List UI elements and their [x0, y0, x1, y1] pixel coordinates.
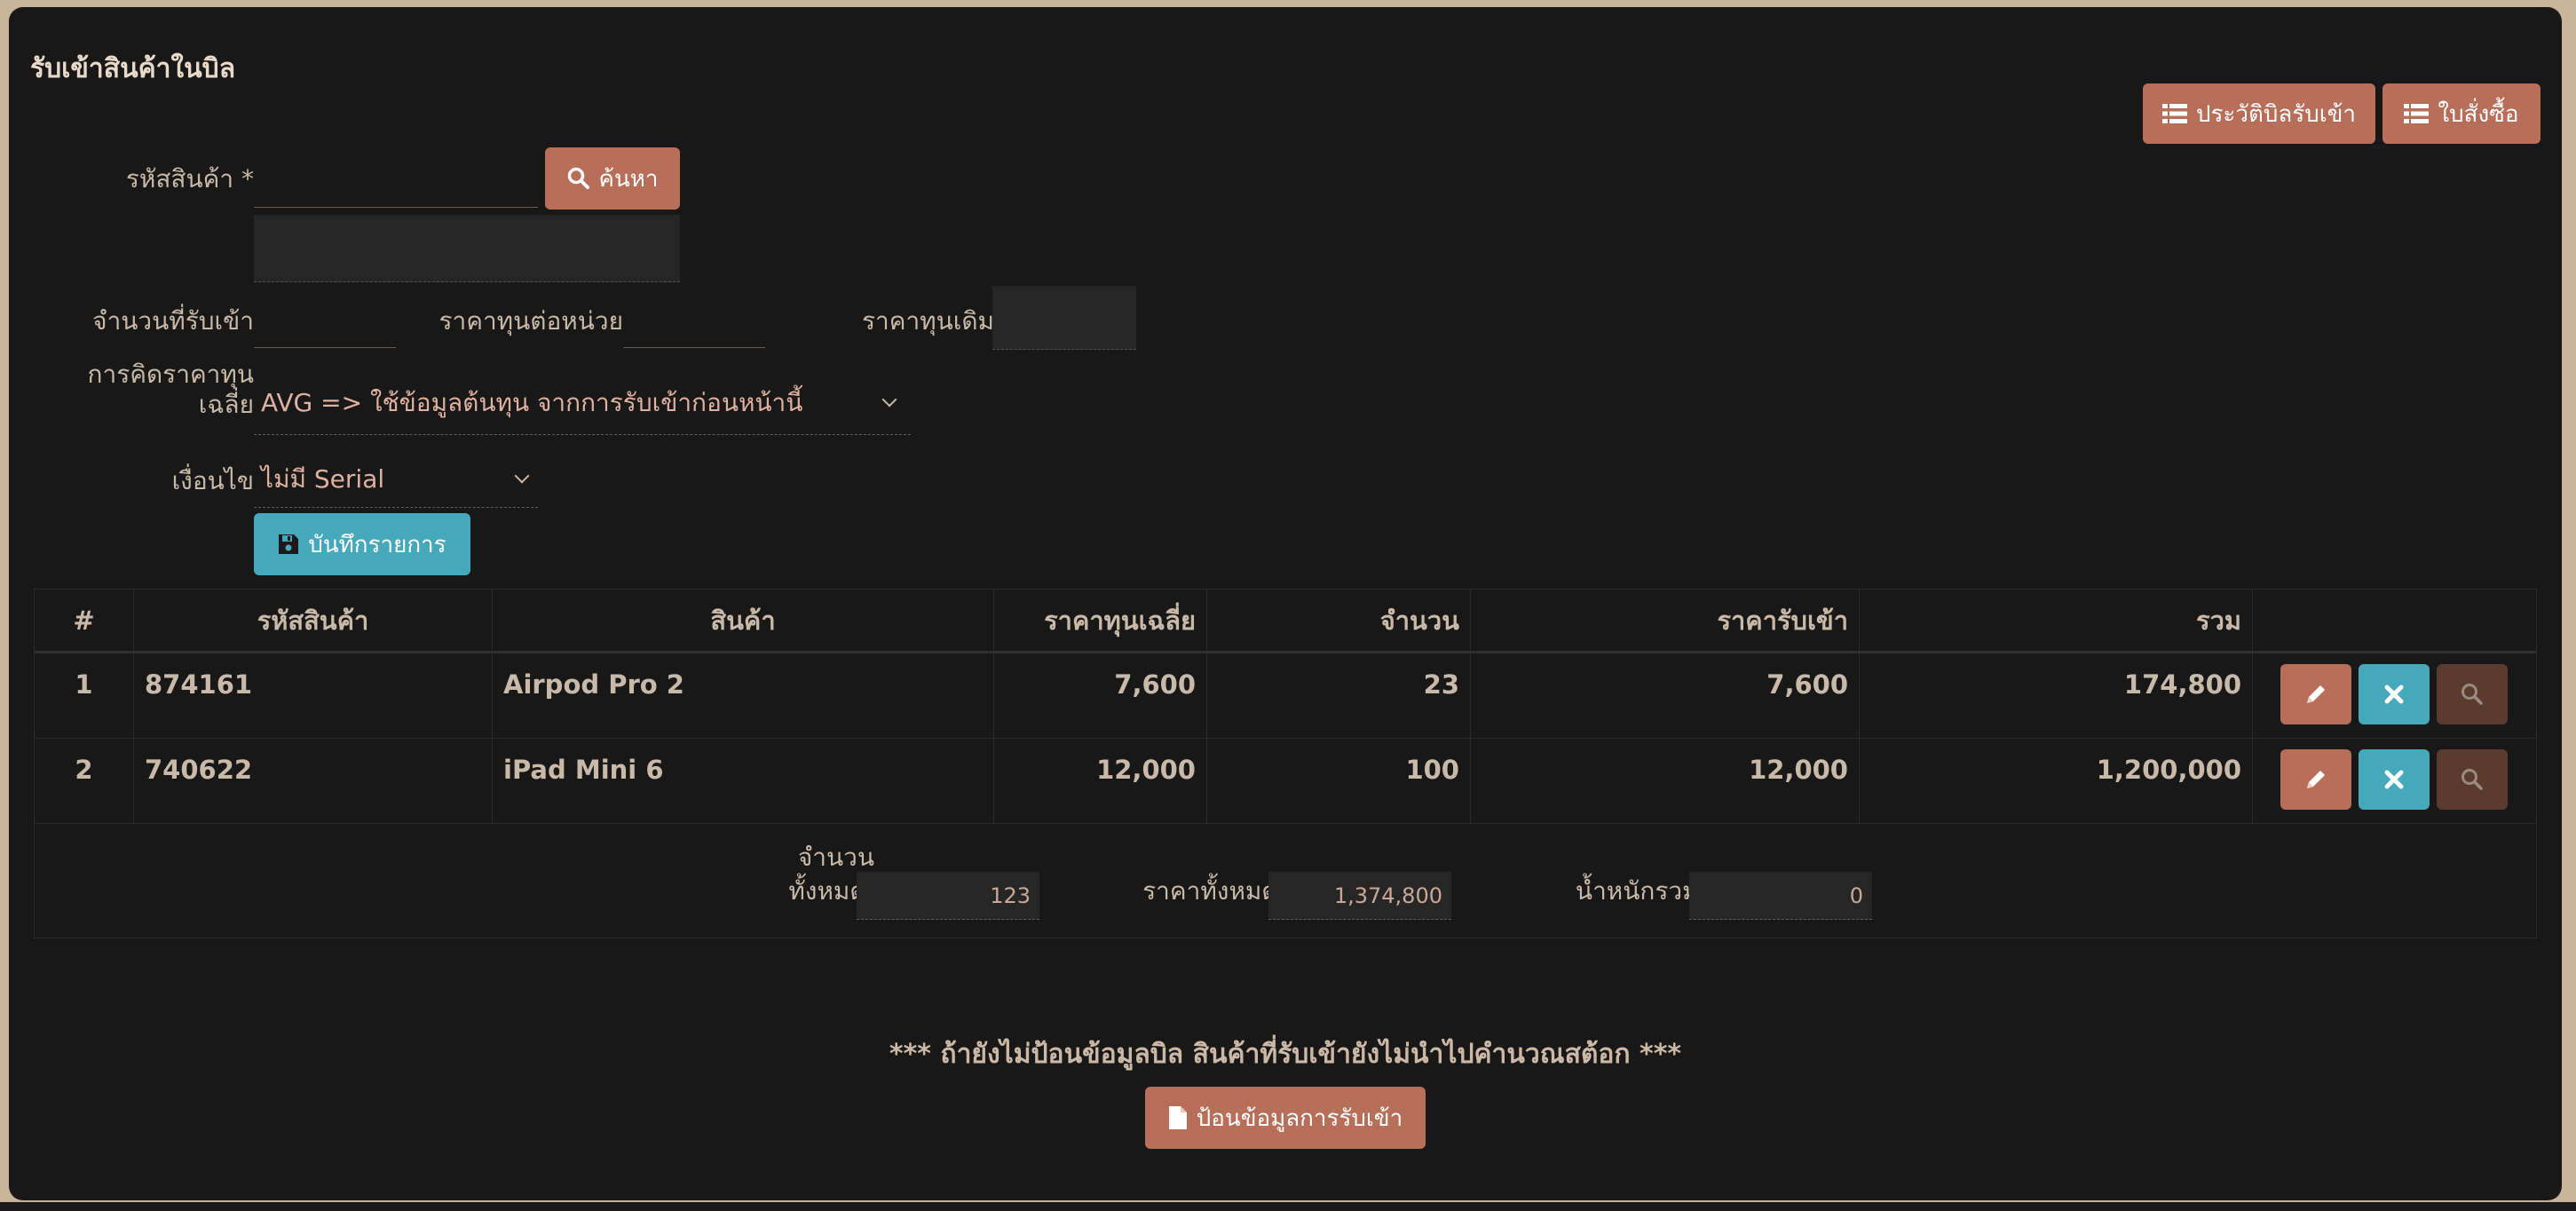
items-table: # รหัสสินค้า สินค้า ราคาทุนเฉลี่ย จำนวน …: [34, 589, 2537, 938]
row-index: 2: [35, 739, 134, 823]
row-price: 12,000: [1471, 739, 1860, 823]
search-icon: [2461, 769, 2483, 790]
total-weight-label: น้ำหนักรวม:: [1575, 876, 1707, 906]
floppy-disk-icon: [279, 534, 299, 554]
table-row: 2 740622 iPad Mini 6 12,000 100 12,000 1…: [35, 739, 2536, 824]
search-label: ค้นหา: [598, 165, 659, 193]
condition-value: ไม่มี Serial: [261, 464, 385, 494]
row-qty: 100: [1207, 739, 1471, 823]
page-title: รับเข้าสินค้าในบิล: [30, 53, 236, 84]
pencil-icon: [2307, 771, 2325, 788]
row-actions: [2253, 739, 2538, 823]
header-total: รวม: [1860, 590, 2253, 651]
delete-button[interactable]: [2359, 664, 2430, 724]
save-item-label: บันทึกรายการ: [308, 531, 446, 558]
row-actions: [2253, 653, 2538, 738]
enter-bill-button[interactable]: ป้อนข้อมูลการรับเข้า: [1145, 1087, 1426, 1149]
prev-cost-field: [992, 286, 1136, 350]
row-avg-cost: 7,600: [994, 653, 1207, 738]
row-product: Airpod Pro 2: [493, 653, 994, 738]
header-avg-cost: ราคาทุนเฉลี่ย: [994, 590, 1207, 651]
condition-select[interactable]: ไม่มี Serial: [254, 453, 538, 508]
close-icon: [2384, 685, 2404, 704]
edit-button[interactable]: [2280, 664, 2351, 724]
purchase-order-button[interactable]: ใบสั่งซื้อ: [2382, 83, 2540, 144]
table-summary: จำนวน ทั้งหมด: 123 ราคาทั้งหมด: 1,374,80…: [35, 824, 2536, 938]
search-button[interactable]: ค้นหา: [545, 147, 680, 210]
table-header: # รหัสสินค้า สินค้า ราคาทุนเฉลี่ย จำนวน …: [35, 590, 2536, 653]
enter-bill-label: ป้อนข้อมูลการรับเข้า: [1196, 1104, 1403, 1132]
row-total: 174,800: [1860, 653, 2253, 738]
unit-cost-input[interactable]: [623, 297, 765, 348]
total-qty-value: 123: [857, 872, 1039, 920]
purchase-order-label: ใบสั่งซื้อ: [2438, 100, 2519, 128]
chevron-down-icon: [514, 468, 530, 484]
prev-cost-label: ราคาทุนเดิม: [861, 306, 994, 336]
row-product: iPad Mini 6: [493, 739, 994, 823]
chevron-down-icon: [881, 392, 897, 408]
qty-input[interactable]: [254, 297, 396, 348]
list-icon: [2404, 104, 2430, 123]
avg-method-select[interactable]: AVG => ใช้ข้อมูลต้นทุน จากการรับเข้าก่อน…: [254, 380, 911, 435]
header-qty: จำนวน: [1207, 590, 1471, 651]
total-price-label: ราคาทั้งหมด:: [1142, 876, 1286, 906]
condition-label: เงื่อนไข: [171, 466, 254, 495]
search-icon: [2461, 684, 2483, 705]
close-icon: [2384, 770, 2404, 789]
header-index: #: [35, 590, 134, 651]
unit-cost-label: ราคาทุนต่อหน่วย: [439, 306, 623, 336]
qty-label: จำนวนที่รับเข้า: [92, 306, 254, 336]
row-avg-cost: 12,000: [994, 739, 1207, 823]
header-actions: [2253, 590, 2538, 651]
total-qty-label-1: จำนวน: [797, 843, 874, 872]
row-code: 874161: [134, 653, 493, 738]
stock-warning: *** ถ้ายังไม่ป้อนข้อมูลบิล สินค้าที่รับเ…: [889, 1039, 1682, 1070]
main-panel: รับเข้าสินค้าในบิล ประวัติบิลรับเข้า ใบส…: [9, 7, 2562, 1200]
edit-button[interactable]: [2280, 749, 2351, 810]
view-button[interactable]: [2437, 664, 2508, 724]
header-price: ราคารับเข้า: [1471, 590, 1860, 651]
table-row: 1 874161 Airpod Pro 2 7,600 23 7,600 174…: [35, 653, 2536, 739]
search-icon: [567, 167, 589, 189]
row-index: 1: [35, 653, 134, 738]
row-total: 1,200,000: [1860, 739, 2253, 823]
file-icon: [1168, 1106, 1187, 1129]
total-weight-value: 0: [1689, 872, 1872, 920]
product-code-input[interactable]: [254, 156, 538, 208]
bill-history-button[interactable]: ประวัติบิลรับเข้า: [2143, 83, 2375, 144]
bottom-strip: [0, 1202, 2576, 1211]
row-qty: 23: [1207, 653, 1471, 738]
product-name-field: [254, 215, 680, 282]
pencil-icon: [2307, 685, 2325, 703]
save-item-button[interactable]: บันทึกรายการ: [254, 513, 470, 575]
bill-history-label: ประวัติบิลรับเข้า: [2195, 100, 2357, 128]
avg-method-label-2: เฉลี่ย: [198, 390, 254, 419]
header-product: สินค้า: [493, 590, 994, 651]
total-price-value: 1,374,800: [1268, 872, 1451, 920]
avg-method-value: AVG => ใช้ข้อมูลต้นทุน จากการรับเข้าก่อน…: [261, 388, 803, 417]
product-code-label: รหัสสินค้า *: [125, 164, 254, 194]
delete-button[interactable]: [2359, 749, 2430, 810]
list-icon: [2161, 104, 2187, 123]
row-price: 7,600: [1471, 653, 1860, 738]
view-button[interactable]: [2437, 749, 2508, 810]
row-code: 740622: [134, 739, 493, 823]
header-code: รหัสสินค้า: [134, 590, 493, 651]
